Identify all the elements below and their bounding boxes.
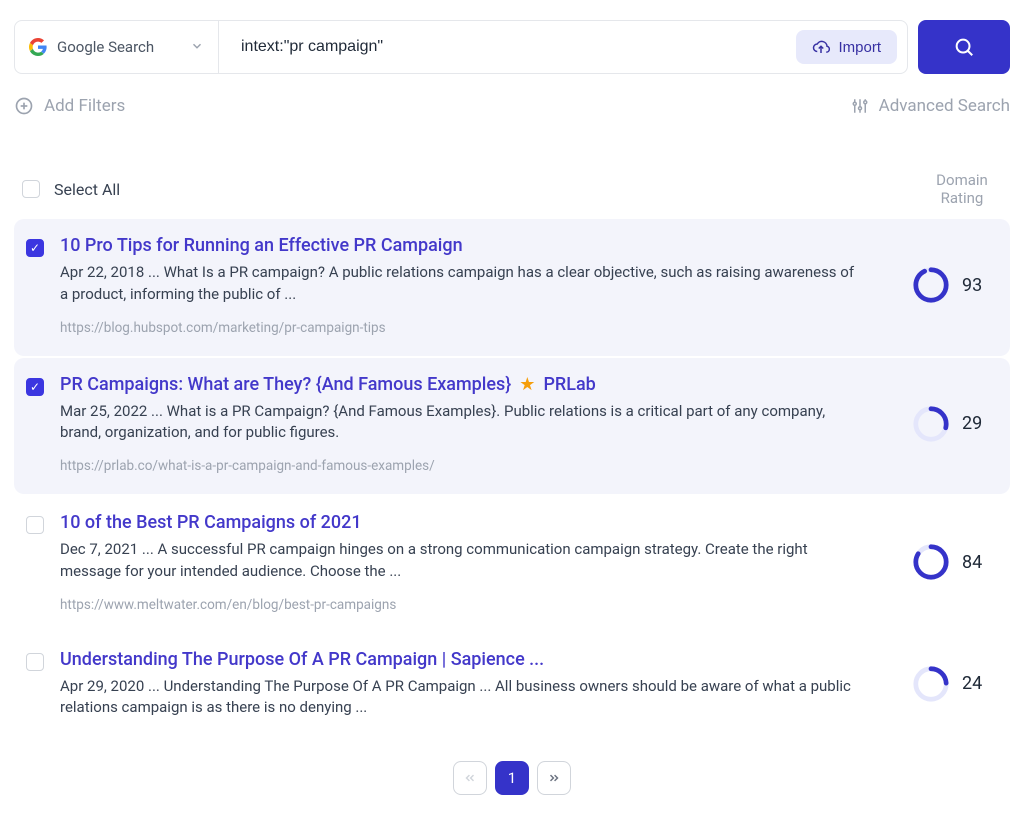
result-title-text: Understanding The Purpose Of A PR Campai… <box>60 649 544 670</box>
chevron-down-icon <box>190 38 204 57</box>
result-title-text: 10 Pro Tips for Running an Effective PR … <box>60 235 463 256</box>
search-button[interactable] <box>918 20 1010 74</box>
chevrons-right-icon <box>547 771 561 785</box>
rating-ring-icon <box>912 266 950 304</box>
rating-ring-icon <box>912 405 950 443</box>
rating-value: 24 <box>962 673 990 694</box>
result-checkbox[interactable] <box>26 516 44 534</box>
result-checkbox[interactable] <box>26 378 44 396</box>
result-title-text: 10 of the Best PR Campaigns of 2021 <box>60 512 362 533</box>
result-row: 10 of the Best PR Campaigns of 2021 Dec 7… <box>14 496 1010 633</box>
advanced-search-button[interactable]: Advanced Search <box>851 96 1010 116</box>
domain-rating-header: Domain Rating <box>922 171 1002 207</box>
pager-next[interactable] <box>537 761 571 795</box>
result-title[interactable]: PR Campaigns: What are They? {And Famous… <box>60 374 888 395</box>
rating-value: 93 <box>962 275 990 296</box>
domain-rating: 84 <box>912 543 990 581</box>
add-filters-button[interactable]: Add Filters <box>14 96 125 116</box>
result-body: 10 of the Best PR Campaigns of 2021 Dec 7… <box>60 512 896 613</box>
source-label: Google Search <box>57 38 180 56</box>
search-bar: Google Search Import <box>14 20 1010 74</box>
rating-ring-icon <box>912 665 950 703</box>
result-title[interactable]: 10 Pro Tips for Running an Effective PR … <box>60 235 888 256</box>
add-filters-label: Add Filters <box>44 96 125 116</box>
domain-rating: 24 <box>912 665 990 703</box>
result-checkbox[interactable] <box>26 239 44 257</box>
result-url: https://prlab.co/what-is-a-pr-campaign-a… <box>60 458 888 474</box>
result-url: https://blog.hubspot.com/marketing/pr-ca… <box>60 320 888 336</box>
result-body: Understanding The Purpose Of A PR Campai… <box>60 649 896 720</box>
result-title-text: PR Campaigns: What are They? {And Famous… <box>60 374 511 395</box>
import-label: Import <box>838 39 881 56</box>
result-title[interactable]: Understanding The Purpose Of A PR Campai… <box>60 649 888 670</box>
results-header: Select All Domain Rating <box>14 171 1010 219</box>
pager-prev[interactable] <box>453 761 487 795</box>
rating-value: 84 <box>962 552 990 573</box>
result-row: 10 Pro Tips for Running an Effective PR … <box>14 219 1010 356</box>
result-url: https://www.meltwater.com/en/blog/best-p… <box>60 597 888 613</box>
advanced-search-label: Advanced Search <box>879 96 1010 116</box>
google-icon <box>29 38 47 56</box>
select-all-label: Select All <box>54 180 120 199</box>
domain-rating: 93 <box>912 266 990 304</box>
result-snippet: Mar 25, 2022 ... What is a PR Campaign? … <box>60 401 860 445</box>
result-snippet: Apr 22, 2018 ... What Is a PR campaign? … <box>60 262 860 306</box>
pager-page-1[interactable]: 1 <box>495 761 529 795</box>
star-icon: ★ <box>519 374 535 395</box>
result-title-suffix: PRLab <box>543 374 595 395</box>
cloud-upload-icon <box>812 38 830 56</box>
source-select[interactable]: Google Search <box>14 20 219 74</box>
result-body: 10 Pro Tips for Running an Effective PR … <box>60 235 896 336</box>
select-all-checkbox[interactable] <box>22 180 40 198</box>
domain-rating: 29 <box>912 405 990 443</box>
result-body: PR Campaigns: What are They? {And Famous… <box>60 374 896 475</box>
pagination: 1 <box>14 761 1010 795</box>
result-row: PR Campaigns: What are They? {And Famous… <box>14 358 1010 495</box>
result-title[interactable]: 10 of the Best PR Campaigns of 2021 <box>60 512 888 533</box>
rating-ring-icon <box>912 543 950 581</box>
result-snippet: Apr 29, 2020 ... Understanding The Purpo… <box>60 676 860 720</box>
chevrons-left-icon <box>463 771 477 785</box>
query-wrap: Import <box>219 20 908 74</box>
result-checkbox[interactable] <box>26 653 44 671</box>
sliders-icon <box>851 97 869 115</box>
results-list: 10 Pro Tips for Running an Effective PR … <box>14 219 1010 739</box>
search-icon <box>953 36 975 58</box>
rating-value: 29 <box>962 413 990 434</box>
result-row: Understanding The Purpose Of A PR Campai… <box>14 633 1010 740</box>
result-snippet: Dec 7, 2021 ... A successful PR campaign… <box>60 539 860 583</box>
plus-circle-icon <box>14 96 34 116</box>
search-input[interactable] <box>241 38 786 56</box>
import-button[interactable]: Import <box>796 30 897 64</box>
filter-row: Add Filters Advanced Search <box>14 96 1010 116</box>
